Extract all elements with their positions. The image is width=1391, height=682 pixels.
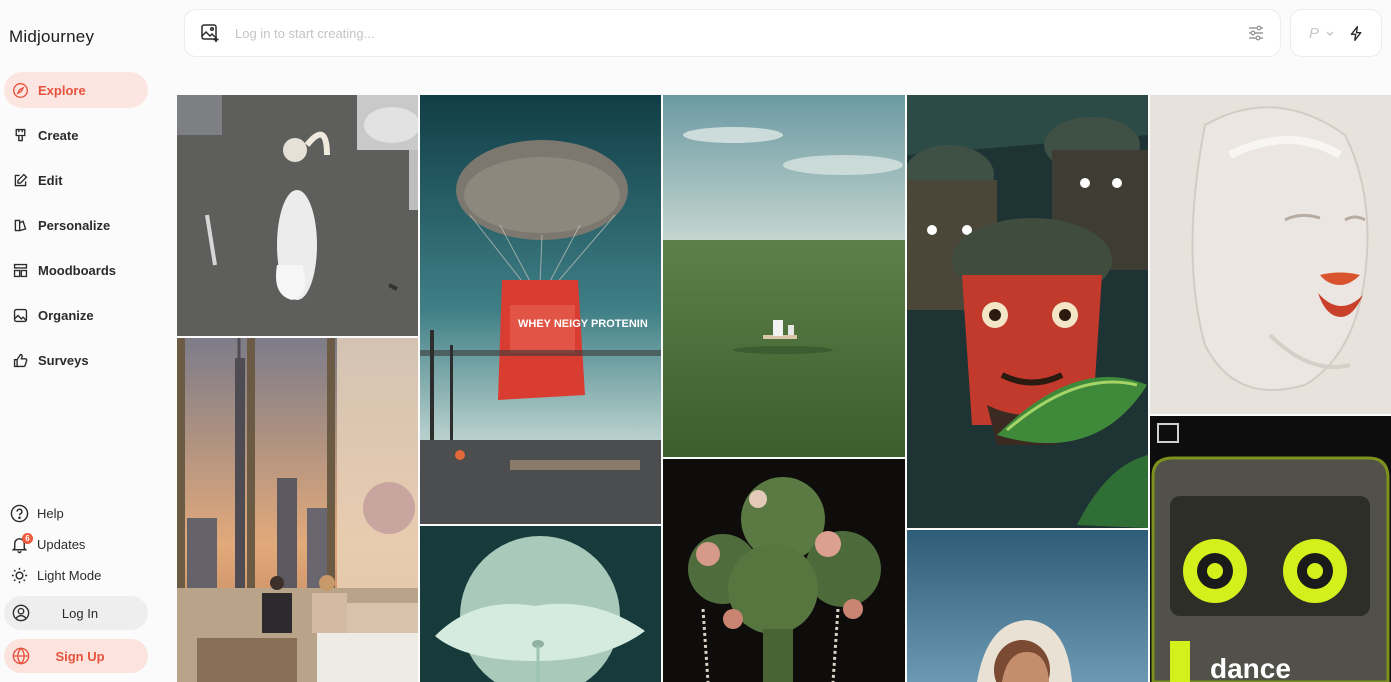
login-button[interactable]: Log In — [4, 596, 148, 630]
help-label: Help — [37, 506, 64, 521]
gallery-image — [177, 95, 418, 336]
pencil-square-icon — [14, 173, 28, 186]
prompt-input[interactable] — [235, 25, 1246, 41]
gallery-image — [420, 526, 661, 682]
gallery-image — [663, 459, 905, 682]
help-link[interactable]: Help — [10, 498, 150, 529]
app-logo[interactable]: Midjourney — [9, 27, 94, 47]
sidebar: Midjourney Explore Create Edit Personali… — [0, 0, 165, 682]
gallery-tile[interactable] — [420, 526, 661, 682]
add-image-icon[interactable] — [199, 22, 221, 44]
updates-badge: 6 — [22, 533, 33, 544]
globe-icon — [12, 647, 30, 665]
updates-label: Updates — [37, 537, 86, 552]
gallery-tile[interactable]: WHEY NEIGY PROTENIN — [420, 95, 661, 524]
thumbs-up-icon — [13, 353, 28, 367]
gallery-tile[interactable] — [663, 459, 905, 682]
light-mode-label: Light Mode — [37, 568, 102, 583]
sidebar-nav: Explore Create Edit Personalize Moodboar… — [4, 72, 148, 387]
gallery-tile[interactable]: dance — [1150, 416, 1391, 682]
sidebar-item-label: Edit — [38, 172, 63, 188]
prompt-bar — [184, 9, 1281, 57]
sidebar-item-label: Moodboards — [38, 262, 116, 278]
sidebar-item-edit[interactable]: Edit — [4, 162, 148, 198]
gallery-image — [907, 95, 1148, 528]
mode-label[interactable]: P — [1309, 25, 1319, 42]
gallery-image — [177, 338, 418, 682]
gallery-image — [663, 95, 905, 457]
gallery-image: dance — [1150, 416, 1391, 682]
user-circle-icon — [12, 604, 30, 622]
signup-button[interactable]: Sign Up — [4, 639, 148, 673]
mode-selector: P — [1290, 9, 1382, 57]
compass-icon — [13, 82, 28, 98]
gallery-tile[interactable] — [907, 530, 1148, 682]
gallery-tile[interactable] — [663, 95, 905, 457]
gallery-tile[interactable] — [177, 95, 418, 336]
gallery-image: WHEY NEIGY PROTENIN — [420, 95, 661, 524]
boards-icon — [13, 263, 28, 277]
gallery-tile[interactable] — [907, 95, 1148, 528]
light-mode-toggle[interactable]: Light Mode — [10, 560, 150, 591]
sidebar-item-label: Surveys — [38, 352, 89, 368]
image-icon — [13, 308, 28, 322]
sidebar-item-label: Explore — [38, 82, 86, 98]
sidebar-item-label: Create — [38, 127, 79, 143]
help-icon — [10, 504, 29, 523]
brush-icon — [15, 128, 26, 141]
sun-icon — [11, 567, 28, 584]
sliders-icon[interactable] — [1246, 23, 1266, 43]
sidebar-footer: Help 6 Updates Light Mode — [10, 498, 150, 591]
palette-icon — [14, 219, 27, 231]
chevron-down-icon[interactable] — [1325, 28, 1335, 38]
tile-caption: WHEY NEIGY PROTENIN — [518, 318, 648, 330]
sidebar-item-surveys[interactable]: Surveys — [4, 342, 148, 378]
explore-gallery: WHEY NEIGY PROTENIN dance — [177, 95, 1391, 682]
tile-caption: dance — [1210, 653, 1291, 682]
sidebar-item-organize[interactable]: Organize — [4, 297, 148, 333]
lightning-icon[interactable] — [1348, 25, 1365, 42]
sidebar-item-personalize[interactable]: Personalize — [4, 207, 148, 243]
sidebar-item-label: Personalize — [38, 217, 111, 233]
app-root: Midjourney Explore Create Edit Personali… — [0, 0, 1391, 682]
sidebar-item-create[interactable]: Create — [4, 117, 148, 153]
gallery-image — [907, 530, 1148, 682]
gallery-image — [1150, 95, 1391, 414]
sidebar-item-explore[interactable]: Explore — [4, 72, 148, 108]
gallery-tile[interactable] — [1150, 95, 1391, 414]
sidebar-item-moodboards[interactable]: Moodboards — [4, 252, 148, 288]
sidebar-item-label: Organize — [38, 307, 94, 323]
gallery-tile[interactable] — [177, 338, 418, 682]
updates-link[interactable]: 6 Updates — [10, 529, 150, 560]
